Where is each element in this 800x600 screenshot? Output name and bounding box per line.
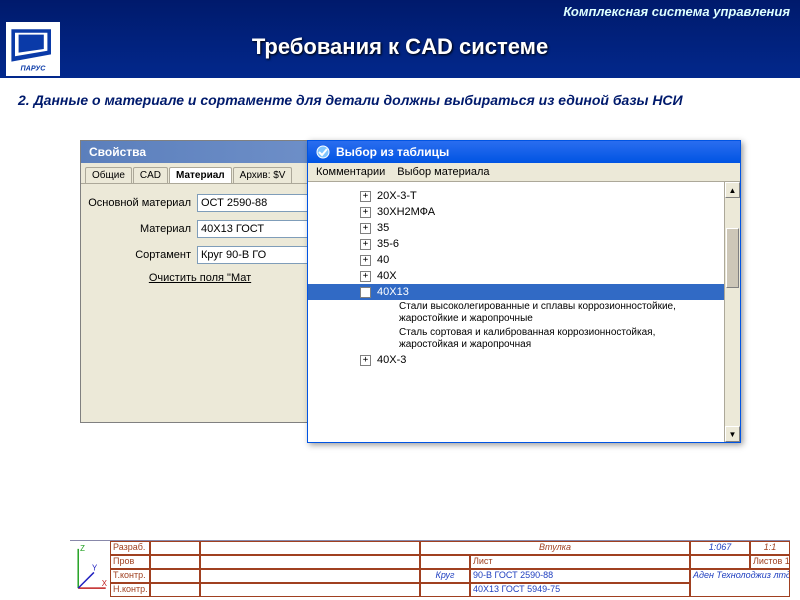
expand-icon[interactable]: + <box>360 207 371 218</box>
tree-node-selected[interactable]: -40Х13 <box>308 284 724 300</box>
menu-material-select[interactable]: Выбор материала <box>397 166 489 178</box>
scroll-thumb[interactable] <box>726 228 739 288</box>
properties-titlebar: Свойства <box>81 141 319 163</box>
tree-node[interactable]: +40 <box>308 252 724 268</box>
assortment-input[interactable] <box>197 246 313 264</box>
svg-text:X: X <box>102 579 108 588</box>
dialog-title-text: Выбор из таблицы <box>336 145 449 159</box>
dialog-menubar: Комментарии Выбор материала <box>308 163 740 182</box>
properties-panel: Свойства Общие CAD Материал Архив: $V Ос… <box>80 140 320 423</box>
selection-dialog: Выбор из таблицы Комментарии Выбор матер… <box>307 140 741 443</box>
window-icon <box>316 145 330 159</box>
tree-node[interactable]: +40Х <box>308 268 724 284</box>
titleblock-grid: Разраб. Втулка 1:067 1:1 Пров Лист Листо… <box>110 541 790 596</box>
properties-tabstrip: Общие CAD Материал Архив: $V <box>81 163 319 184</box>
tree-node[interactable]: +40Х-3 <box>308 352 724 368</box>
tree-node[interactable]: +20Х-3-Т <box>308 188 724 204</box>
expand-icon[interactable]: + <box>360 271 371 282</box>
tb-prov: Пров <box>110 555 150 569</box>
brand-text: Комплексная система управления <box>563 4 790 19</box>
tree-node[interactable]: +35-6 <box>308 236 724 252</box>
tab-archive[interactable]: Архив: $V <box>233 167 293 183</box>
material-input[interactable] <box>197 220 313 238</box>
scroll-track[interactable] <box>725 198 740 426</box>
svg-text:Z: Z <box>80 544 85 553</box>
scroll-up-button[interactable]: ▲ <box>725 182 740 198</box>
tb-krug: Круг <box>420 569 470 583</box>
tree-leaf[interactable]: Стали высоколегированные и сплавы корроз… <box>308 300 724 326</box>
svg-text:ПАРУС: ПАРУС <box>21 64 47 73</box>
expand-icon[interactable]: + <box>360 255 371 266</box>
tree-node[interactable]: +30ХН2МФА <box>308 204 724 220</box>
tb-list: Лист <box>470 555 690 569</box>
material-tree[interactable]: +20Х-3-Т +30ХН2МФА +35 +35-6 +40 +40Х -4… <box>308 182 724 442</box>
tab-general[interactable]: Общие <box>85 167 132 183</box>
dialog-titlebar[interactable]: Выбор из таблицы <box>308 141 740 163</box>
slide-subtitle: 2. Данные о материале и сортаменте для д… <box>0 78 800 108</box>
work-area: Свойства Общие CAD Материал Архив: $V Ос… <box>80 140 780 540</box>
tb-tkontr: Т.контр. <box>110 569 150 583</box>
tb-mat2: 40Х13 ГОСТ 5949-75 <box>470 583 690 597</box>
axis-icon: Z XY <box>70 541 110 596</box>
material-label: Материал <box>87 223 197 235</box>
expand-icon[interactable]: + <box>360 239 371 250</box>
menu-comments[interactable]: Комментарии <box>316 166 385 178</box>
tb-part-name: Втулка <box>420 541 690 555</box>
tb-ratio: 1:1 <box>750 541 790 555</box>
tree-leaf[interactable]: Сталь сортовая и калиброванная коррозион… <box>308 326 724 352</box>
scroll-down-button[interactable]: ▼ <box>725 426 740 442</box>
expand-icon[interactable]: + <box>360 223 371 234</box>
brand-logo: ПАРУС <box>6 22 60 76</box>
tree-scrollbar[interactable]: ▲ ▼ <box>724 182 740 442</box>
drawing-titleblock: Z XY Разраб. Втулка 1:067 1:1 Пров Лист Л… <box>70 540 790 596</box>
assortment-label: Сортамент <box>87 249 197 261</box>
tb-nkontr: Н.контр. <box>110 583 150 597</box>
expand-icon[interactable]: + <box>360 191 371 202</box>
tab-material[interactable]: Материал <box>169 167 232 183</box>
tb-org: Аден Технолоджиз лтд <box>690 569 790 597</box>
main-material-input[interactable] <box>197 194 313 212</box>
main-material-label: Основной материал <box>87 197 197 209</box>
tb-listov: Листов 1 <box>750 555 790 569</box>
tree-node[interactable]: +35 <box>308 220 724 236</box>
slide-header: ПАРУС Комплексная система управления Тре… <box>0 0 800 78</box>
tb-mat1: 90-В ГОСТ 2590-88 <box>470 569 690 583</box>
collapse-icon[interactable]: - <box>360 287 371 298</box>
svg-text:Y: Y <box>92 563 98 572</box>
properties-body: Основной материал Материал Сортамент Очи… <box>81 184 319 302</box>
tb-scale: 1:067 <box>690 541 750 555</box>
tab-cad[interactable]: CAD <box>133 167 168 183</box>
clear-material-link[interactable]: Очистить поля "Мат <box>87 272 313 284</box>
tb-razrab: Разраб. <box>110 541 150 555</box>
expand-icon[interactable]: + <box>360 355 371 366</box>
